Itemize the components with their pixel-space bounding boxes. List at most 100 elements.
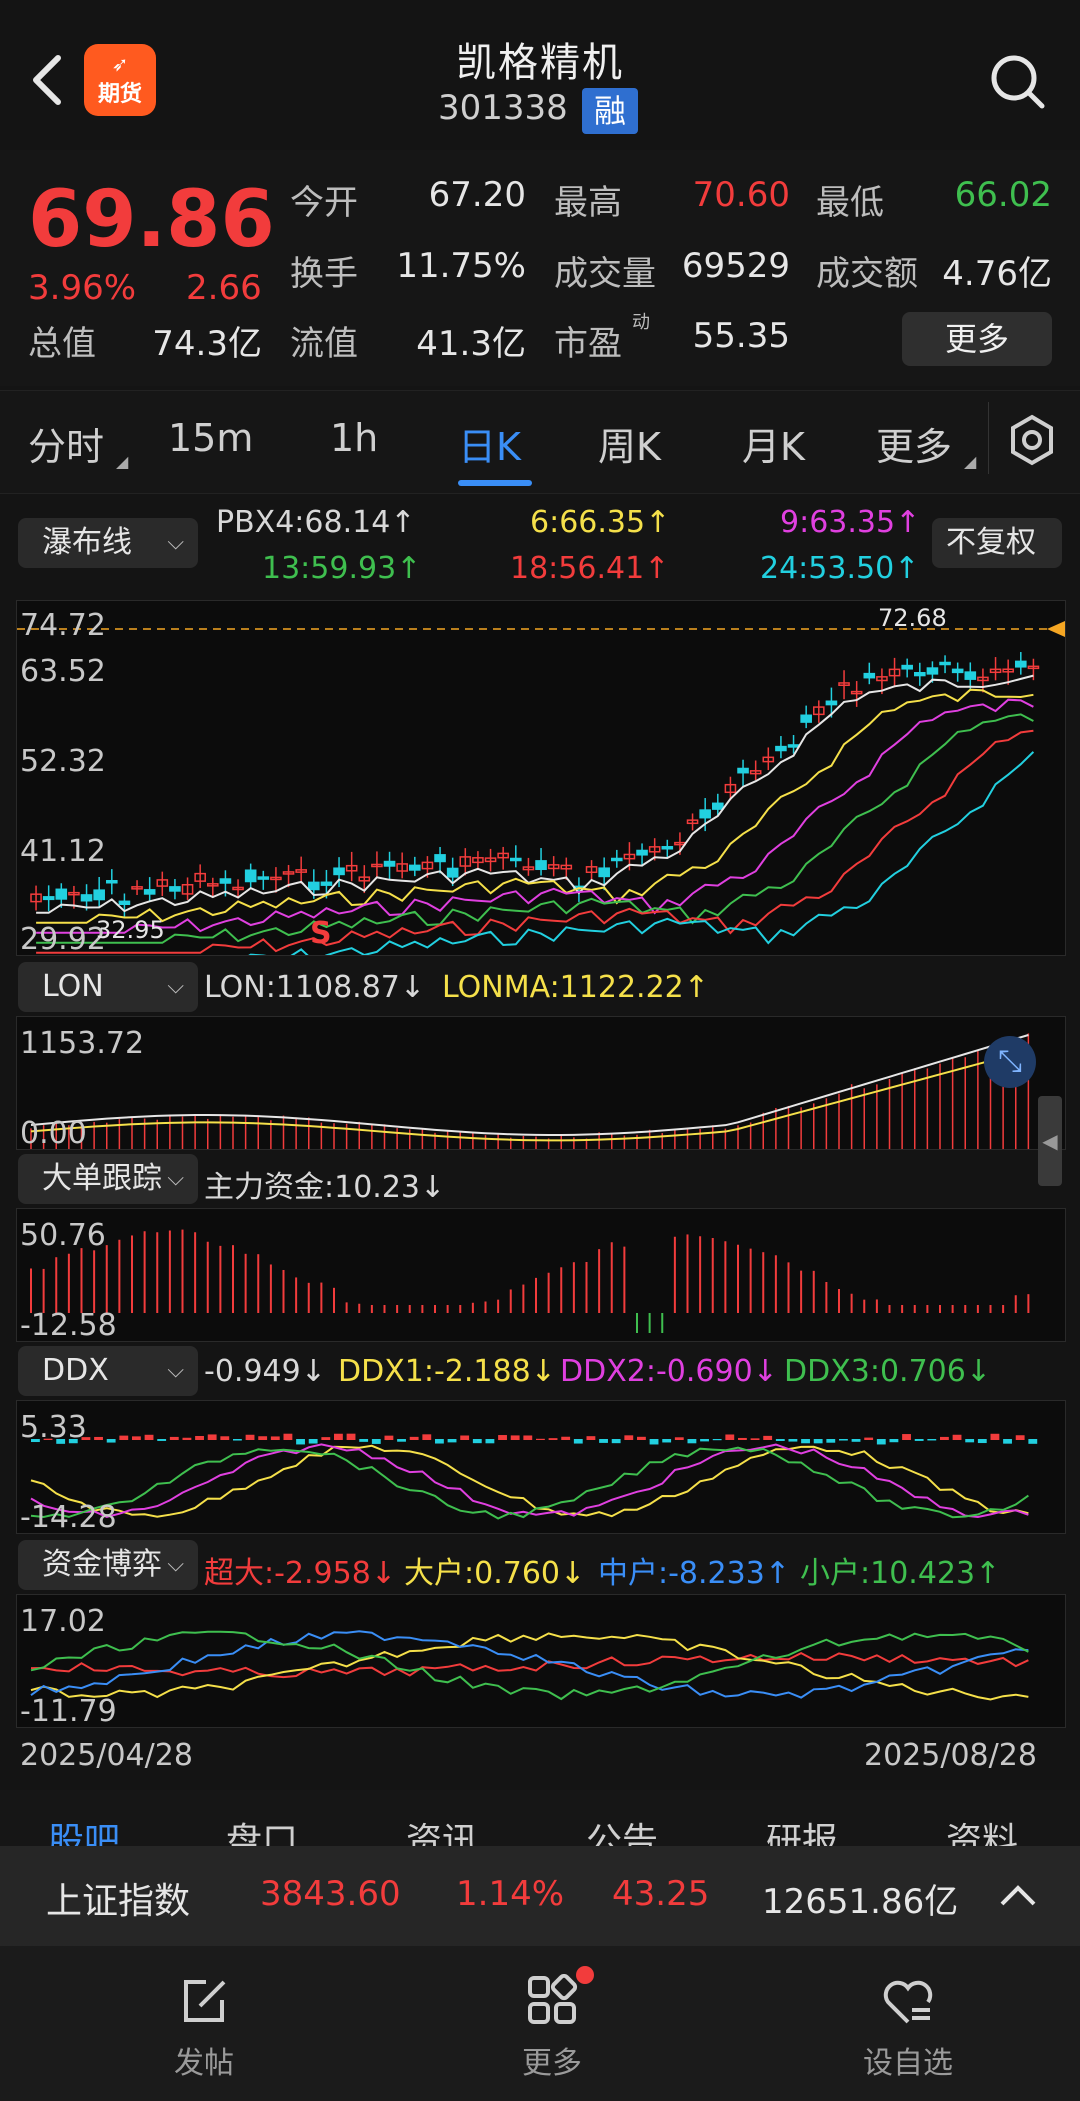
tab-research[interactable]: 研报 xyxy=(766,1812,838,1850)
fund-game-select[interactable]: 资金博弈 ⌵ xyxy=(18,1540,198,1590)
ddx-bar xyxy=(586,1436,596,1440)
tab-monthly-k[interactable]: 月K xyxy=(742,416,805,471)
ddx-bar xyxy=(952,1434,962,1440)
ddx-bar xyxy=(334,1433,343,1440)
tab-news[interactable]: 资讯 xyxy=(406,1812,478,1850)
amount-value: 4.76亿 xyxy=(942,254,1052,294)
tab-15m[interactable]: 15m xyxy=(168,416,253,460)
candle-body xyxy=(93,889,105,901)
legend-lon: LON:1108.87↓ xyxy=(204,970,426,1005)
ddx-bar xyxy=(207,1434,217,1440)
candle-body xyxy=(42,896,55,901)
heart-list-icon xyxy=(883,1980,933,2024)
tab-divider xyxy=(988,402,989,474)
volume-value: 69529 xyxy=(681,246,790,286)
sell-signal: S xyxy=(310,916,332,951)
tab-announcements[interactable]: 公告 xyxy=(586,1812,658,1850)
index-ticker-bar[interactable]: 上证指数 3843.60 1.14% 43.25 12651.86亿 xyxy=(0,1846,1080,1946)
candlestick-panel[interactable] xyxy=(16,600,1066,964)
header: ➶ 期货 凯格精机 301338 融 xyxy=(0,0,1080,148)
ddx-line xyxy=(30,1444,1029,1518)
search-icon[interactable] xyxy=(988,52,1048,112)
main-indicator-select[interactable]: 瀑布线 ⌵ xyxy=(18,518,198,568)
ddx-panel[interactable] xyxy=(16,1400,1066,1534)
candle-body xyxy=(446,867,459,878)
tab-fenshi[interactable]: 分时 xyxy=(28,416,104,471)
lon-y-bottom: 0.00 xyxy=(20,1116,87,1151)
big-order-panel[interactable] xyxy=(16,1208,1066,1342)
candle-body xyxy=(257,876,270,880)
ddx-line xyxy=(30,1443,1029,1519)
tab-pankou[interactable]: 盘口 xyxy=(226,1812,298,1850)
chevron-up-icon[interactable] xyxy=(998,1878,1038,1914)
legend-ddx1: DDX1:-2.188↓ xyxy=(338,1354,556,1389)
chevron-down-icon: ⌵ xyxy=(167,974,184,999)
legend-pbx13: 13:59.93↑ xyxy=(262,551,422,586)
candle-body xyxy=(1015,660,1027,668)
nav-more[interactable]: 更多 xyxy=(472,1966,632,2086)
fund-game-chart xyxy=(30,1630,1029,1701)
ddx-bar xyxy=(447,1439,457,1443)
lon-panel[interactable] xyxy=(16,1016,1066,1150)
ddx-bar xyxy=(283,1433,293,1440)
big-y-bottom: -12.58 xyxy=(20,1308,117,1343)
y-tick-1: 74.72 xyxy=(20,608,106,643)
change-percent: 3.96% xyxy=(28,268,137,308)
restore-right-button[interactable]: 不复权 xyxy=(932,518,1062,568)
candle-body xyxy=(244,869,257,883)
ddx-bar xyxy=(940,1436,949,1440)
settings-gear-icon[interactable] xyxy=(1006,414,1058,466)
ddx-bar xyxy=(624,1435,634,1440)
lon-chart xyxy=(30,1033,1030,1149)
lon-indicator-select[interactable]: LON ⌵ xyxy=(18,962,198,1012)
tab-guba[interactable]: 股吧 xyxy=(48,1812,120,1850)
fund-game-label: 资金博弈 xyxy=(42,1547,162,1582)
y-tick-5: 29.92 xyxy=(20,922,106,957)
big-order-select[interactable]: 大单跟踪 ⌵ xyxy=(18,1154,198,1204)
margin-badge: 融 xyxy=(582,88,638,134)
tab-daily-k[interactable]: 日K xyxy=(458,416,521,471)
candle-body xyxy=(636,849,648,856)
grid-icon xyxy=(528,1974,578,2024)
stock-name: 凯格精机 xyxy=(456,40,624,86)
legend-pbx6: 6:66.35↑ xyxy=(530,505,671,540)
ddx-bar xyxy=(763,1435,773,1440)
legend-ddx2: DDX2:-0.690↓ xyxy=(560,1354,778,1389)
ddx-bar xyxy=(927,1439,937,1441)
ddx-bar xyxy=(132,1436,141,1440)
ddx-bar xyxy=(472,1439,482,1444)
y-tick-3: 52.32 xyxy=(20,744,106,779)
ddx-y-top: 5.33 xyxy=(20,1410,87,1445)
side-drawer-handle[interactable]: ◀ xyxy=(1038,1096,1062,1186)
tab-1h[interactable]: 1h xyxy=(330,416,378,460)
waterfall-line xyxy=(36,751,1035,964)
fund-line xyxy=(30,1630,1029,1701)
lonma-line xyxy=(30,1049,1029,1142)
chevron-down-icon: ⌵ xyxy=(167,1166,184,1191)
ddx-bar xyxy=(637,1436,646,1440)
candle-body xyxy=(320,881,333,886)
current-price-marker xyxy=(1047,621,1065,637)
candle-body xyxy=(863,672,876,679)
ddx-bar xyxy=(409,1436,419,1440)
candlestick-chart xyxy=(17,621,1065,964)
fund-line xyxy=(30,1632,1029,1701)
index-change: 43.25 xyxy=(612,1874,710,1914)
candle-body xyxy=(409,864,421,871)
nav-post[interactable]: 发帖 xyxy=(124,1966,284,2086)
ddx-bar xyxy=(106,1439,116,1443)
index-value: 3843.60 xyxy=(260,1874,401,1914)
tab-weekly-k[interactable]: 周K xyxy=(598,416,661,471)
nav-watchlist[interactable]: 设自选 xyxy=(828,1966,988,2086)
expand-chart-button[interactable]: ⤡ xyxy=(984,1036,1036,1088)
fund-game-panel[interactable] xyxy=(16,1594,1066,1728)
ddx-select[interactable]: DDX ⌵ xyxy=(18,1346,198,1396)
open-label: 今开 xyxy=(290,183,358,223)
more-button[interactable]: 更多 xyxy=(902,312,1052,366)
tab-more[interactable]: 更多 xyxy=(876,416,952,471)
tab-profile[interactable]: 资料 xyxy=(946,1812,1018,1850)
low-label: 最低 xyxy=(816,183,884,223)
ddx-bar xyxy=(270,1436,280,1440)
ddx-bar xyxy=(599,1439,608,1443)
ddx-bar xyxy=(700,1439,709,1442)
